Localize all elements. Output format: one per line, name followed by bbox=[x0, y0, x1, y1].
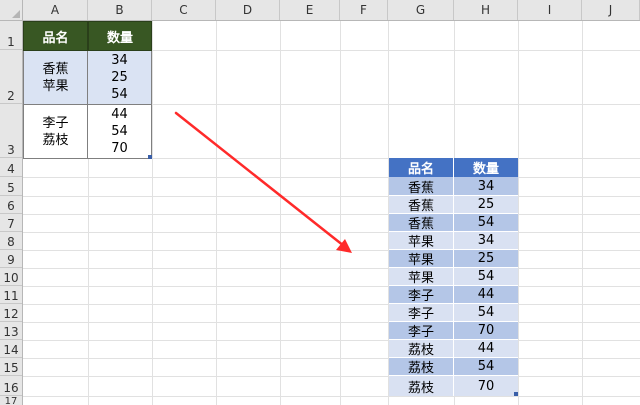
result-qty-cell[interactable]: 25 bbox=[454, 250, 518, 268]
result-header-name[interactable]: 品名 bbox=[389, 158, 454, 177]
result-name-cell[interactable]: 荔枝 bbox=[389, 358, 454, 376]
result-qty-cell[interactable]: 34 bbox=[454, 232, 518, 250]
result-name-cell[interactable]: 李子 bbox=[389, 304, 454, 322]
result-name-cell[interactable]: 李子 bbox=[389, 322, 454, 340]
result-name-cell[interactable]: 苹果 bbox=[389, 250, 454, 268]
result-qty-cell[interactable]: 70 bbox=[454, 376, 518, 396]
result-qty-cell[interactable]: 54 bbox=[454, 214, 518, 232]
result-name-cell[interactable]: 苹果 bbox=[389, 232, 454, 250]
result-name-cell[interactable]: 苹果 bbox=[389, 268, 454, 286]
result-qty-cell[interactable]: 25 bbox=[454, 196, 518, 214]
result-qty-cell[interactable]: 34 bbox=[454, 177, 518, 196]
result-fill-handle[interactable] bbox=[514, 392, 518, 396]
result-qty-cell[interactable]: 44 bbox=[454, 286, 518, 304]
result-qty-cell[interactable]: 54 bbox=[454, 358, 518, 376]
result-name-cell[interactable]: 香蕉 bbox=[389, 177, 454, 196]
result-name-cell[interactable]: 香蕉 bbox=[389, 196, 454, 214]
result-qty-cell[interactable]: 54 bbox=[454, 304, 518, 322]
result-name-cell[interactable]: 荔枝 bbox=[389, 340, 454, 358]
result-name-cell[interactable]: 香蕉 bbox=[389, 214, 454, 232]
red-arrow-icon bbox=[174, 111, 352, 253]
result-name-cell[interactable]: 荔枝 bbox=[389, 376, 454, 396]
result-qty-cell[interactable]: 54 bbox=[454, 268, 518, 286]
result-name-cell[interactable]: 李子 bbox=[389, 286, 454, 304]
result-qty-cell[interactable]: 44 bbox=[454, 340, 518, 358]
result-header-qty[interactable]: 数量 bbox=[454, 158, 518, 177]
result-qty-cell[interactable]: 70 bbox=[454, 322, 518, 340]
